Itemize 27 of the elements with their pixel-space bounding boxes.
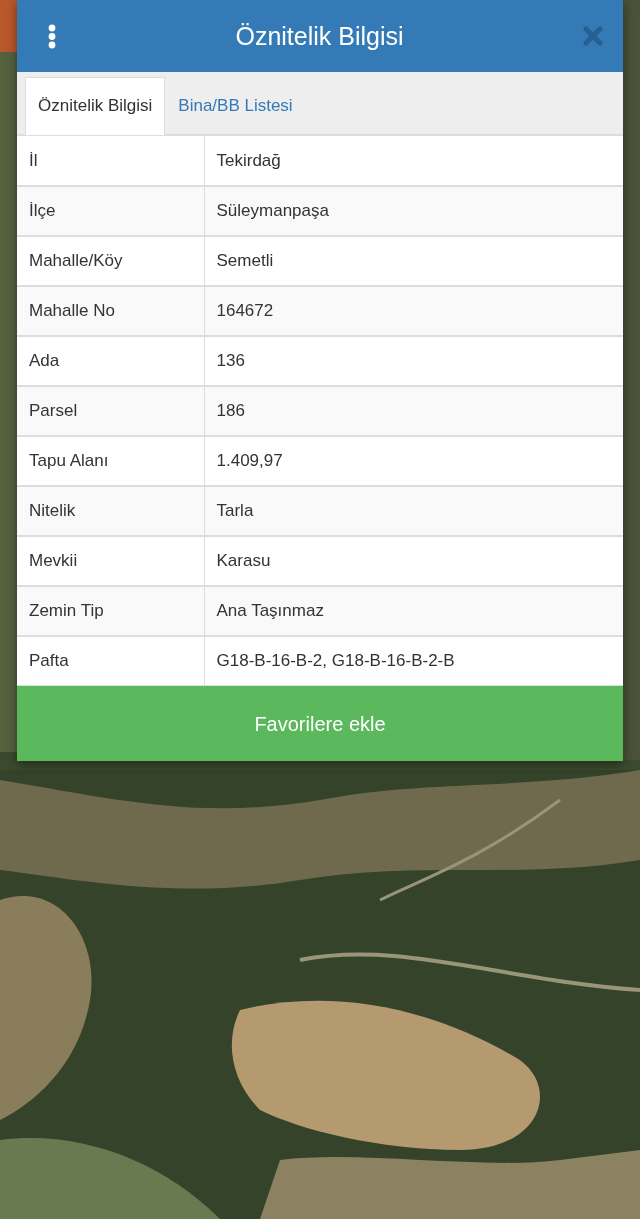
attribute-label-cell: Tapu Alanı [17,435,204,486]
attribute-label-cell: Mevkii [17,535,204,586]
add-to-favorites-button[interactable]: Favorilere ekle [17,686,623,761]
kebab-menu-icon[interactable] [48,23,56,49]
attribute-value-cell: Ana Taşınmaz [204,585,623,636]
attribute-label-cell: Zemin Tip [17,585,204,636]
attribute-value-cell: 1.409,97 [204,435,623,486]
dialog-title: Öznitelik Bilgisi [235,21,404,51]
attribute-label-cell: İlçe [17,185,204,236]
attribute-label-cell: Ada [17,335,204,386]
attribute-value-cell: 164672 [204,285,623,336]
attribute-label-cell: Mahalle No [17,285,204,336]
attribute-label-cell: Mahalle/Köy [17,235,204,286]
attribute-value-cell: Tarla [204,485,623,536]
attribute-value-cell: Karasu [204,535,623,586]
attribute-label-cell: İl [17,135,204,186]
attribute-value-cell: Tekirdağ [204,135,623,186]
tab[interactable]: Bina/BB Listesi [165,77,306,135]
attribute-label-cell: Pafta [17,635,204,686]
attribute-label-cell: Nitelik [17,485,204,536]
attribute-value-cell: Süleymanpaşa [204,185,623,236]
attribute-value-cell: 186 [204,385,623,436]
attribute-value-cell: G18-B-16-B-2, G18-B-16-B-2-B [204,635,623,686]
attribute-label-cell: Parsel [17,385,204,436]
tab[interactable]: Öznitelik Bilgisi [25,77,166,135]
attribute-value-cell: 136 [204,335,623,386]
attribute-value-cell: Semetli [204,235,623,286]
